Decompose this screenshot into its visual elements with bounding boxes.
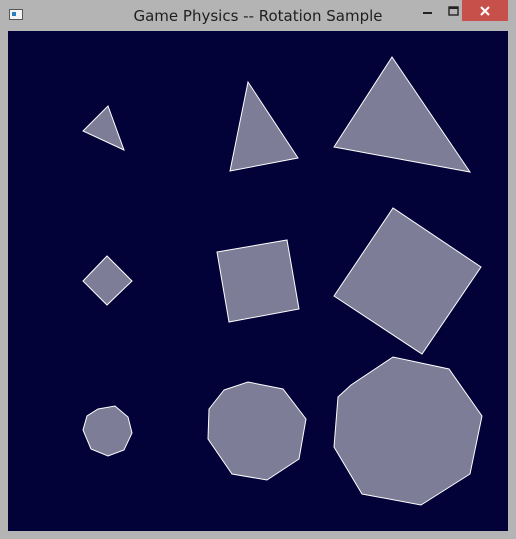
shape-square-small bbox=[82, 255, 133, 306]
shape-square-medium bbox=[216, 239, 300, 323]
minimize-icon bbox=[423, 11, 432, 14]
shape-octagon-small bbox=[82, 405, 133, 457]
shape-octagon-large bbox=[333, 356, 483, 506]
shape-square-large bbox=[333, 207, 482, 355]
minimize-button[interactable] bbox=[415, 0, 441, 21]
shape-triangle-large bbox=[333, 56, 472, 173]
render-canvas[interactable] bbox=[8, 31, 508, 531]
scene-svg bbox=[82, 56, 483, 506]
maximize-icon bbox=[448, 5, 459, 16]
shape-triangle-medium bbox=[229, 80, 299, 172]
close-icon bbox=[480, 5, 490, 16]
shape-octagon-medium bbox=[207, 381, 307, 481]
app-window: Game Physics -- Rotation Sample bbox=[0, 0, 516, 539]
title-bar[interactable]: Game Physics -- Rotation Sample bbox=[0, 0, 516, 31]
shape-triangle-small bbox=[82, 105, 125, 151]
close-button[interactable] bbox=[462, 0, 508, 21]
